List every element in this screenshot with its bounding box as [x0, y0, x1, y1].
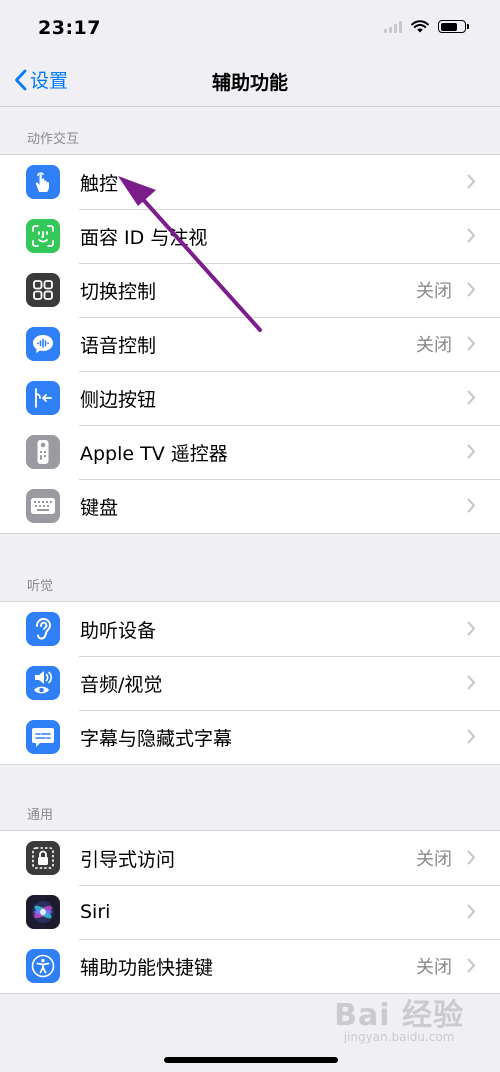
row-label: 辅助功能快捷键	[80, 956, 214, 979]
chevron-right-icon	[467, 228, 475, 243]
chevron-right-icon	[467, 174, 475, 189]
row-label: Siri	[80, 901, 111, 923]
row-label: 切换控制	[80, 280, 157, 303]
row-label: 音频/视觉	[80, 673, 163, 696]
tv-remote-icon	[26, 435, 60, 469]
row-label: 助听设备	[80, 619, 157, 642]
subtitles-icon	[26, 720, 60, 754]
chevron-right-icon	[467, 282, 475, 297]
chevron-right-icon	[467, 444, 475, 459]
wifi-icon	[411, 20, 429, 33]
chevron-right-icon	[467, 336, 475, 351]
home-indicator[interactable]	[164, 1057, 338, 1063]
switch-control-icon	[26, 273, 60, 307]
row-label: 引导式访问	[80, 848, 176, 871]
chevron-right-icon	[467, 958, 475, 973]
audio-visual-icon	[26, 666, 60, 700]
section-header-general: 通用	[27, 808, 54, 823]
section-hearing: 助听设备 音频/视觉 字幕与隐藏式字幕	[0, 601, 500, 765]
chevron-right-icon	[467, 621, 475, 636]
row-face-id[interactable]: 面容 ID 与注视	[0, 209, 500, 263]
section-general: 引导式访问 关闭 Siri 辅助功能快捷键 关闭	[0, 830, 500, 994]
battery-icon	[438, 20, 469, 33]
status-bar: 23:17	[0, 0, 500, 58]
guided-access-lock-icon	[26, 841, 60, 875]
row-subtitles[interactable]: 字幕与隐藏式字幕	[0, 710, 500, 764]
section-header-hearing: 听觉	[27, 579, 54, 594]
keyboard-icon	[26, 489, 60, 523]
row-value: 关闭	[416, 281, 452, 302]
row-hearing-devices[interactable]: 助听设备	[0, 602, 500, 656]
row-tv-remote[interactable]: Apple TV 遥控器	[0, 425, 500, 479]
row-label: 键盘	[80, 496, 119, 519]
row-label: 面容 ID 与注视	[80, 226, 208, 249]
page-title: 辅助功能	[211, 72, 288, 94]
voice-control-icon	[26, 327, 60, 361]
face-id-icon	[26, 219, 60, 253]
chevron-right-icon	[467, 850, 475, 865]
ear-icon	[26, 612, 60, 646]
row-label: 语音控制	[80, 334, 157, 357]
status-icons	[384, 20, 469, 33]
touch-hand-icon	[26, 165, 60, 199]
chevron-right-icon	[467, 729, 475, 744]
row-voice-control[interactable]: 语音控制 关闭	[0, 317, 500, 371]
watermark-logo: Bai 经验 jingyan.baidu.com	[334, 990, 464, 1044]
row-accessibility-shortcut[interactable]: 辅助功能快捷键 关闭	[0, 939, 500, 993]
status-time: 23:17	[38, 17, 101, 39]
row-label: 字幕与隐藏式字幕	[80, 727, 233, 750]
row-keyboard[interactable]: 键盘	[0, 479, 500, 533]
row-guided-access[interactable]: 引导式访问 关闭	[0, 831, 500, 885]
accessibility-icon	[26, 949, 60, 983]
side-button-icon	[26, 381, 60, 415]
row-touch[interactable]: 触控	[0, 155, 500, 209]
chevron-right-icon	[467, 675, 475, 690]
row-label: 触控	[80, 172, 119, 195]
watermark-main: Bai 经验	[334, 998, 464, 1033]
section-header-interaction: 动作交互	[27, 132, 80, 147]
cellular-signal-icon	[384, 20, 402, 33]
siri-icon	[26, 895, 60, 929]
chevron-right-icon	[467, 498, 475, 513]
row-value: 关闭	[416, 957, 452, 978]
row-switch-control[interactable]: 切换控制 关闭	[0, 263, 500, 317]
row-audio-visual[interactable]: 音频/视觉	[0, 656, 500, 710]
row-value: 关闭	[416, 335, 452, 356]
section-interaction: 触控 面容 ID 与注视 切换控制 关闭 语音控制 关闭 侧边按钮 Apple …	[0, 154, 500, 534]
row-label: 侧边按钮	[80, 388, 157, 411]
row-value: 关闭	[416, 849, 452, 870]
navigation-bar: 设置 辅助功能	[0, 58, 500, 107]
row-label: Apple TV 遥控器	[80, 442, 228, 465]
row-siri[interactable]: Siri	[0, 885, 500, 939]
watermark-sub: jingyan.baidu.com	[343, 1030, 455, 1044]
chevron-right-icon	[467, 390, 475, 405]
row-side-button[interactable]: 侧边按钮	[0, 371, 500, 425]
chevron-right-icon	[467, 904, 475, 919]
